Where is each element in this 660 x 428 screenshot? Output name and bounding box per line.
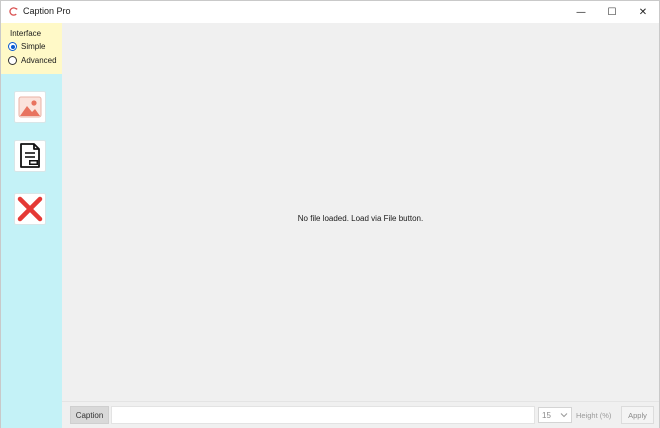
height-label: Height (%) [576,411,612,420]
close-window-button[interactable]: ✕ [628,1,658,23]
mode-advanced-option[interactable]: Advanced [8,56,57,65]
apply-button[interactable]: Apply [621,406,654,424]
height-select-value: 15 [542,410,551,420]
radio-simple[interactable] [8,42,17,51]
mode-advanced-label: Advanced [21,56,57,65]
radio-advanced[interactable] [8,56,17,65]
image-canvas[interactable]: No file loaded. Load via File button. [62,23,659,401]
load-image-button[interactable] [14,91,46,123]
window-title: Caption Pro [23,6,71,16]
empty-state-message: No file loaded. Load via File button. [297,214,424,223]
caption-toolbar: Caption 15 Height (%) Apply [62,401,659,428]
document-icon [20,143,40,168]
image-icon [18,96,42,118]
interface-label: Interface [10,29,42,38]
mode-simple-label: Simple [21,42,46,51]
minimize-icon: — [576,6,586,18]
maximize-button[interactable]: ☐ [597,1,627,23]
close-x-icon [17,196,43,222]
interface-mode-panel: Interface Simple Advanced [1,23,62,74]
title-bar[interactable]: Caption Pro — ☐ ✕ [1,1,659,23]
app-window: Caption Pro — ☐ ✕ Interface Simple Advan… [0,0,660,428]
minimize-button[interactable]: — [566,1,596,23]
mode-simple-option[interactable]: Simple [8,42,45,51]
caption-input[interactable] [111,406,535,424]
chevron-down-icon [560,413,568,418]
file-button[interactable] [14,140,46,172]
sidebar: Interface Simple Advanced [1,23,62,428]
clear-button[interactable] [14,193,46,225]
caption-button[interactable]: Caption [70,406,109,424]
height-select[interactable]: 15 [538,407,572,423]
close-icon: ✕ [638,6,648,18]
maximize-icon: ☐ [607,6,617,18]
app-logo-icon [9,7,18,16]
